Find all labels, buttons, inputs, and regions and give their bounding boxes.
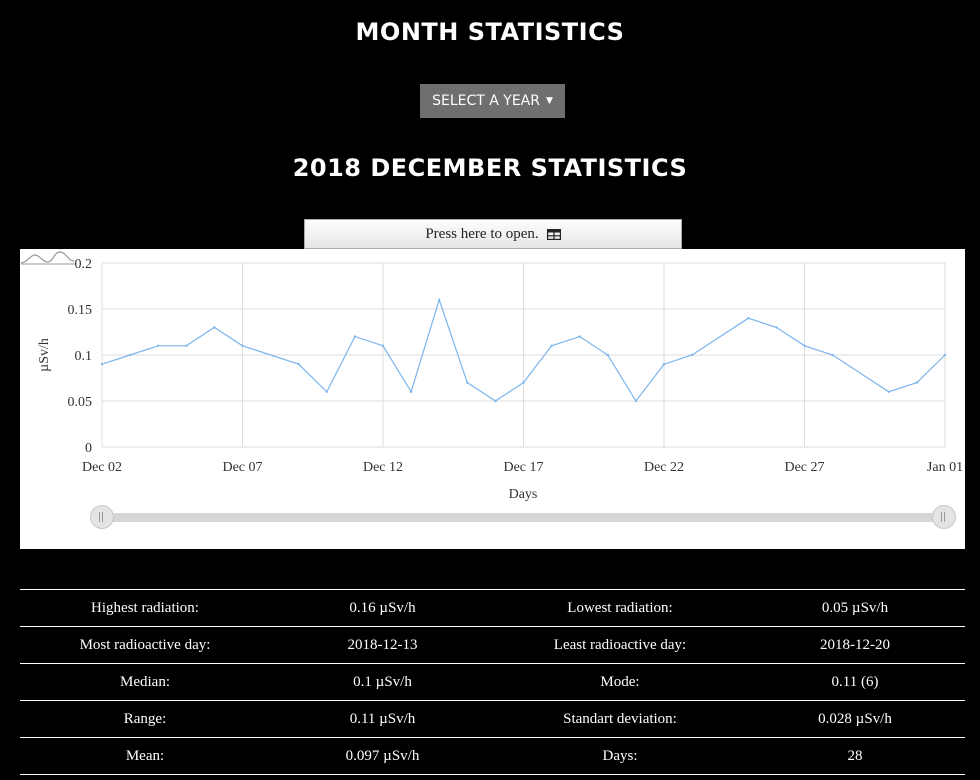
stat-value: 0.11 µSv/h (270, 700, 495, 738)
data-point (522, 381, 525, 384)
stat-value: 0.1 µSv/h (270, 663, 495, 701)
stat-label: Least radioactive day: (495, 626, 745, 664)
data-point (634, 399, 638, 403)
caret-down-icon: ▼ (545, 96, 553, 106)
data-point (409, 390, 413, 393)
page-title: MONTH STATISTICS (355, 18, 625, 46)
data-point (241, 344, 244, 347)
stat-label: Most radioactive day: (20, 626, 270, 664)
range-slider-right-handle[interactable] (932, 505, 956, 529)
table-icon (546, 228, 561, 240)
stats-row: Median: 0.1 µSv/h Mode: 0.11 (6) (20, 663, 965, 701)
y-tick-label: 0 (85, 441, 92, 456)
x-tick-label: Dec 22 (644, 460, 684, 475)
stat-value: 0.028 µSv/h (745, 700, 965, 738)
stat-value: 0.097 µSv/h (270, 737, 495, 775)
range-slider-left-handle[interactable] (90, 505, 114, 529)
data-point (578, 335, 581, 338)
y-tick-label: 0.05 (68, 395, 93, 410)
data-point (157, 344, 160, 347)
y-axis-label: µSv/h (37, 338, 52, 372)
chart-canvas: 0 0.05 0.1 0.15 0.2 Dec 02 Dec 07 Dec 12 Dec 17 D… (37, 257, 963, 502)
data-point (466, 381, 469, 384)
stats-row: Range: 0.11 µSv/h Standart deviation: 0.028… (20, 700, 965, 738)
reset-zoom-icon[interactable] (20, 249, 76, 265)
y-tick-label: 0.15 (68, 303, 93, 318)
month-statistics-title: 2018 DECEMBER STATISTICS (292, 154, 688, 182)
stat-value: 2018-12-13 (270, 626, 495, 664)
x-tick-label: Dec 07 (222, 460, 262, 475)
data-point (606, 353, 609, 357)
data-point (100, 363, 104, 366)
select-year-label: SELECT A YEAR (432, 93, 540, 109)
data-point (690, 353, 694, 357)
data-point (943, 353, 947, 357)
x-axis-label: Days (509, 487, 538, 502)
stats-row: Most radioactive day: 2018-12-13 Least rad… (20, 626, 965, 664)
data-point (213, 326, 216, 329)
stat-value: 28 (745, 737, 965, 775)
stats-row: Mean: 0.097 µSv/h Days: 28 (20, 737, 965, 775)
stat-value: 0.11 (6) (745, 663, 965, 701)
data-point (887, 390, 890, 393)
data-point (915, 381, 919, 384)
stat-value: 0.16 µSv/h (270, 589, 495, 627)
open-table-button[interactable]: Press here to open. (304, 219, 682, 249)
open-table-label: Press here to open. (425, 225, 539, 242)
data-point (381, 344, 385, 347)
stat-label: Range: (20, 700, 270, 738)
y-tick-label: 0.1 (75, 349, 93, 364)
select-year-button[interactable]: SELECT A YEAR ▼ (420, 84, 565, 118)
stat-label: Standart deviation: (495, 700, 745, 738)
x-tick-label: Dec 02 (82, 460, 122, 475)
data-point (747, 317, 750, 320)
stat-label: Lowest radiation: (495, 589, 745, 627)
data-point (494, 399, 497, 403)
stat-label: Days: (495, 737, 745, 775)
x-tick-label: Dec 17 (503, 460, 543, 475)
data-point (438, 298, 441, 301)
data-point (775, 326, 778, 329)
range-slider-track[interactable] (102, 513, 942, 522)
data-point (185, 344, 188, 347)
data-point (128, 353, 132, 357)
stat-value: 2018-12-20 (745, 626, 965, 664)
data-point (662, 363, 666, 366)
stat-value: 0.05 µSv/h (745, 589, 965, 627)
stat-label: Mode: (495, 663, 745, 701)
data-point (831, 353, 834, 357)
data-point (297, 363, 300, 366)
data-point (325, 390, 328, 393)
x-tick-label: Dec 12 (363, 460, 403, 475)
data-point (353, 335, 357, 338)
data-point (803, 344, 806, 347)
x-tick-label: Jan 01 (927, 460, 963, 475)
stat-label: Median: (20, 663, 270, 701)
data-point (550, 344, 553, 347)
y-tick-label: 0.2 (75, 257, 93, 272)
x-tick-label: Dec 27 (784, 460, 824, 475)
radiation-chart: 0 0.05 0.1 0.15 0.2 Dec 02 Dec 07 Dec 12 Dec 17 D… (20, 249, 965, 549)
statistics-table: Highest radiation: 0.16 µSv/h Lowest radia… (20, 589, 965, 775)
stats-row: Highest radiation: 0.16 µSv/h Lowest radia… (20, 589, 965, 627)
stat-label: Mean: (20, 737, 270, 775)
stat-label: Highest radiation: (20, 589, 270, 627)
